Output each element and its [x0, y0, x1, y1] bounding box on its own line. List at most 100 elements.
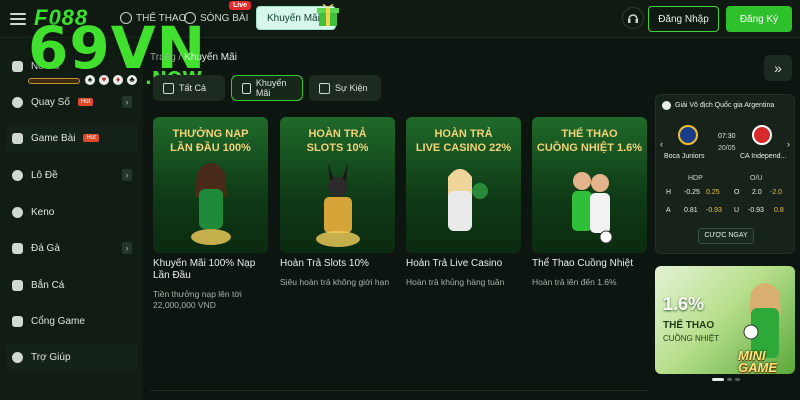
- away-team-logo: [752, 125, 772, 145]
- chevron-right-icon[interactable]: ›: [122, 169, 132, 181]
- row-key: H: [666, 189, 672, 196]
- cards-icon: [12, 132, 23, 144]
- promo-button-label: Khuyến Mãi: [267, 12, 320, 24]
- tab-label: Tất Cả: [179, 83, 207, 93]
- sidebar-item-quay-so[interactable]: Quay Số Hot ›: [6, 88, 138, 116]
- nav-casino-label: SÒNG BÀI: [200, 12, 249, 24]
- gift-icon: [242, 82, 251, 94]
- breadcrumb-current: Khuyến Mãi: [184, 52, 237, 63]
- breadcrumb-separator: /: [178, 52, 182, 63]
- ou-line[interactable]: 2.0: [752, 189, 762, 196]
- sidebar-item-ban-ca[interactable]: Bắn Cá: [6, 271, 138, 299]
- row-key: A: [666, 207, 671, 214]
- fish-icon: [12, 279, 23, 291]
- mini-game-badge[interactable]: MINI GAME: [738, 349, 798, 374]
- hot-badge: Hot: [77, 98, 94, 106]
- promo-button[interactable]: Khuyến Mãi: [256, 4, 339, 30]
- lottery-icon: [12, 96, 23, 108]
- hdp-odd[interactable]: 0.25: [706, 189, 720, 196]
- row-key: O: [734, 189, 740, 196]
- bet-now-button[interactable]: CƯỢC NGAY: [698, 228, 754, 244]
- banner-percent: 1.6%: [663, 294, 705, 314]
- tab-promotions[interactable]: Khuyến Mãi: [231, 75, 303, 101]
- chevron-right-icon[interactable]: ›: [787, 139, 790, 149]
- calendar-icon: [319, 82, 330, 94]
- sidebar-item-label: Bắn Cá: [31, 279, 65, 291]
- promo-subtitle: Hoàn trả lên đến 1.6%: [532, 277, 617, 287]
- promo-subtitle: Siêu hoàn trả không giới hạn: [280, 277, 390, 287]
- match-time: 07:30: [718, 133, 736, 140]
- banner-line2: CUỒNG NHIỆT: [663, 334, 719, 343]
- league-name: Giải Vô địch Quốc gia Argentina: [675, 102, 775, 109]
- sidebar-item-label: Đá Gà: [31, 242, 60, 254]
- hdp-label: HDP: [688, 175, 703, 182]
- register-button[interactable]: Đăng Ký: [726, 6, 792, 32]
- lotto-icon: [12, 169, 23, 181]
- promo-subtitle: Hoàn trả khủng hàng tuần: [406, 277, 505, 287]
- tab-all[interactable]: Tất Cả: [153, 75, 225, 101]
- hdp-line[interactable]: 0.81: [684, 207, 698, 214]
- promo-subtitle: Tiền thưởng nạp lên tới 22,000,000 VND: [153, 289, 242, 310]
- live-badge: Live: [229, 1, 252, 10]
- carousel-dots[interactable]: [712, 378, 740, 381]
- hdp-odd[interactable]: -0.93: [706, 207, 722, 214]
- promo-card-first-deposit[interactable]: THƯỞNG NẠP LẦN ĐẦU 100%: [153, 117, 268, 253]
- sidebar-item-game-bai[interactable]: Game Bài Hot: [6, 124, 138, 152]
- promo-card-sports[interactable]: THỂ THAO CUỒNG NHIỆT 1.6%: [532, 117, 647, 253]
- sidebar-item-label: Lô Đề: [31, 169, 58, 181]
- promo-figure-image: [448, 169, 488, 231]
- ou-odd[interactable]: 0.8: [774, 207, 784, 214]
- promo-headline: HOÀN TRẢ SLOTS 10%: [306, 128, 369, 154]
- gamepad-icon: [12, 315, 23, 327]
- promo-headline: HOÀN TRẢ LIVE CASINO 22%: [415, 128, 512, 154]
- hdp-line[interactable]: -0.25: [684, 189, 700, 196]
- promo-title[interactable]: Hoàn Trả Live Casino: [406, 258, 526, 270]
- grid-icon: [163, 82, 174, 94]
- soccer-ball-icon: [662, 101, 671, 110]
- breadcrumb: Trang / Khuyến Mãi: [150, 52, 237, 63]
- sidebar-item-tro-giup[interactable]: Trợ Giúp: [6, 343, 138, 371]
- sidebar-item-keno[interactable]: Keno: [6, 198, 138, 226]
- chevron-left-icon[interactable]: ‹: [660, 139, 663, 149]
- tab-events[interactable]: Sự Kiện: [309, 75, 381, 101]
- hot-badge: Hot: [83, 134, 99, 142]
- home-team-name: Boca Juniors: [664, 153, 705, 160]
- ou-label: O/U: [750, 175, 763, 182]
- promo-card-slots[interactable]: HOÀN TRẢ SLOTS 10%: [280, 117, 395, 253]
- promo-card-live-casino[interactable]: HOÀN TRẢ LIVE CASINO 22%: [406, 117, 521, 253]
- ou-line[interactable]: -0.93: [748, 207, 764, 214]
- sidebar-item-da-ga[interactable]: Đá Gà ›: [6, 234, 138, 262]
- menu-icon[interactable]: [10, 10, 26, 26]
- promo-figure-image: [572, 172, 613, 244]
- sidebar-item-label: Quay Số: [31, 96, 70, 108]
- chevron-right-icon[interactable]: ›: [122, 96, 132, 108]
- headset-icon[interactable]: [622, 7, 644, 29]
- row-key: U: [734, 207, 740, 214]
- divider: [150, 390, 648, 391]
- chevron-right-icon[interactable]: ›: [122, 242, 132, 254]
- promo-title[interactable]: Khuyến Mãi 100% Nạp Lần Đầu: [153, 258, 273, 282]
- promo-headline: THƯỞNG NẠP LẦN ĐẦU 100%: [170, 128, 251, 154]
- gift-icon: [317, 4, 339, 26]
- help-icon: [12, 351, 23, 363]
- promo-title[interactable]: Hoàn Trả Slots 10%: [280, 258, 400, 270]
- promo-title[interactable]: Thể Thao Cuồng Nhiệt: [532, 258, 652, 270]
- promo-figure-image: [191, 163, 231, 245]
- promo-figure-image: [316, 163, 360, 247]
- sidebar-item-cong-game[interactable]: Cổng Game: [6, 307, 138, 335]
- collapse-panel-button[interactable]: »: [764, 55, 792, 81]
- sidebar-item-label: Keno: [31, 206, 55, 218]
- match-date: 20/05: [718, 145, 736, 152]
- breadcrumb-home[interactable]: Trang: [150, 52, 176, 63]
- ou-odd[interactable]: -2.0: [770, 189, 782, 196]
- match-widget: Giải Vô địch Quốc gia Argentina ‹ › 07:3…: [655, 94, 795, 254]
- sidebar-item-label: Game Bài: [31, 132, 76, 144]
- sidebar-item-lo-de[interactable]: Lô Đề ›: [6, 161, 138, 189]
- rooster-icon: [12, 242, 23, 254]
- slot-icon: [12, 60, 23, 72]
- login-button[interactable]: Đăng Nhập: [648, 6, 719, 32]
- banner-line1: THỂ THAO: [663, 320, 715, 331]
- away-team-name: CA Independ...: [740, 153, 787, 160]
- home-team-logo: [678, 125, 698, 145]
- tab-label: Khuyến Mãi: [255, 78, 287, 98]
